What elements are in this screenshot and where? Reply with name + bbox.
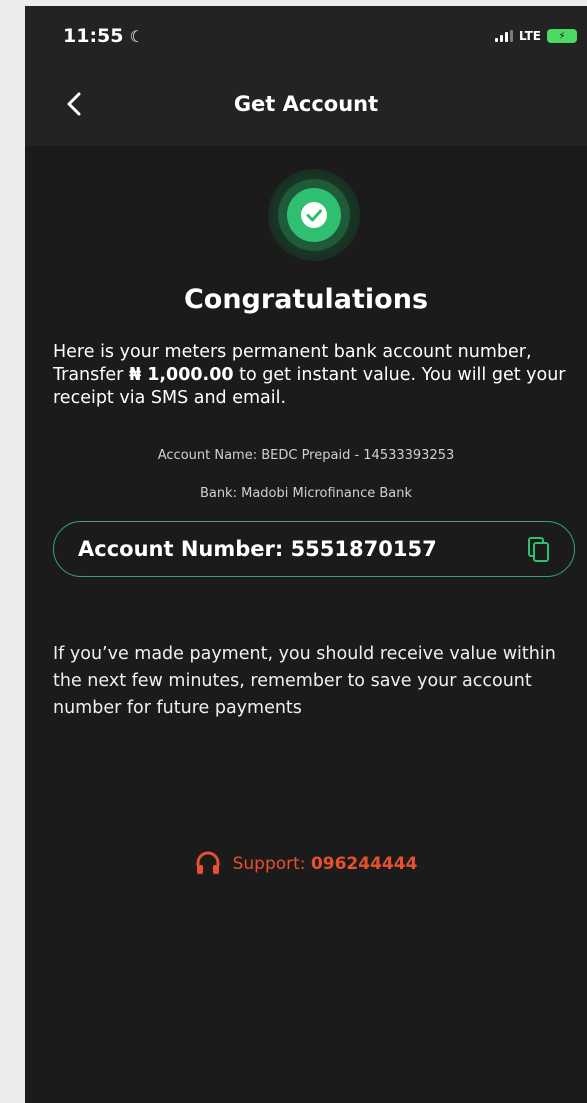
- copy-icon[interactable]: [528, 537, 550, 563]
- payment-note: If you’ve made payment, you should recei…: [53, 644, 556, 718]
- page-title: Get Account: [233, 92, 379, 116]
- support-label: Support:: [232, 854, 311, 874]
- success-ring: [278, 179, 350, 251]
- top-area: 11:55 ☾ LTE ⚡ Get Account: [25, 6, 587, 146]
- support-link[interactable]: Support: 096244444: [25, 851, 587, 877]
- network-label: LTE: [518, 29, 541, 43]
- support-number[interactable]: 096244444: [311, 854, 417, 874]
- headset-icon: [196, 851, 220, 874]
- transfer-amount: ₦ 1,000.00: [128, 365, 234, 385]
- battery-icon: ⚡: [547, 29, 577, 43]
- account-name: Account Name: BEDC Prepaid - 14533393253: [157, 448, 455, 463]
- signal-icon: [494, 30, 513, 42]
- intro-text: Here is your meters permanent bank accou…: [53, 341, 577, 410]
- status-bar: 11:55 ☾ LTE ⚡: [25, 6, 587, 68]
- moon-icon: ☾: [129, 27, 144, 46]
- account-number-box[interactable]: Account Number: 5551870157: [53, 521, 575, 577]
- status-time: 11:55 ☾: [63, 25, 144, 47]
- nav-bar: Get Account: [25, 76, 587, 136]
- success-badge: [268, 169, 360, 261]
- time-text: 11:55: [63, 25, 124, 47]
- congrats-title: Congratulations: [183, 284, 429, 315]
- check-circle-icon: [287, 188, 341, 242]
- check-icon: [301, 202, 327, 228]
- bank-name: Bank: Madobi Microfinance Bank: [199, 486, 413, 501]
- status-right: LTE ⚡: [494, 29, 577, 43]
- account-number: Account Number: 5551870157: [78, 537, 437, 561]
- support-text: Support: 096244444: [233, 854, 418, 874]
- phone-screen: 11:55 ☾ LTE ⚡ Get Account Congratulation…: [25, 6, 587, 1103]
